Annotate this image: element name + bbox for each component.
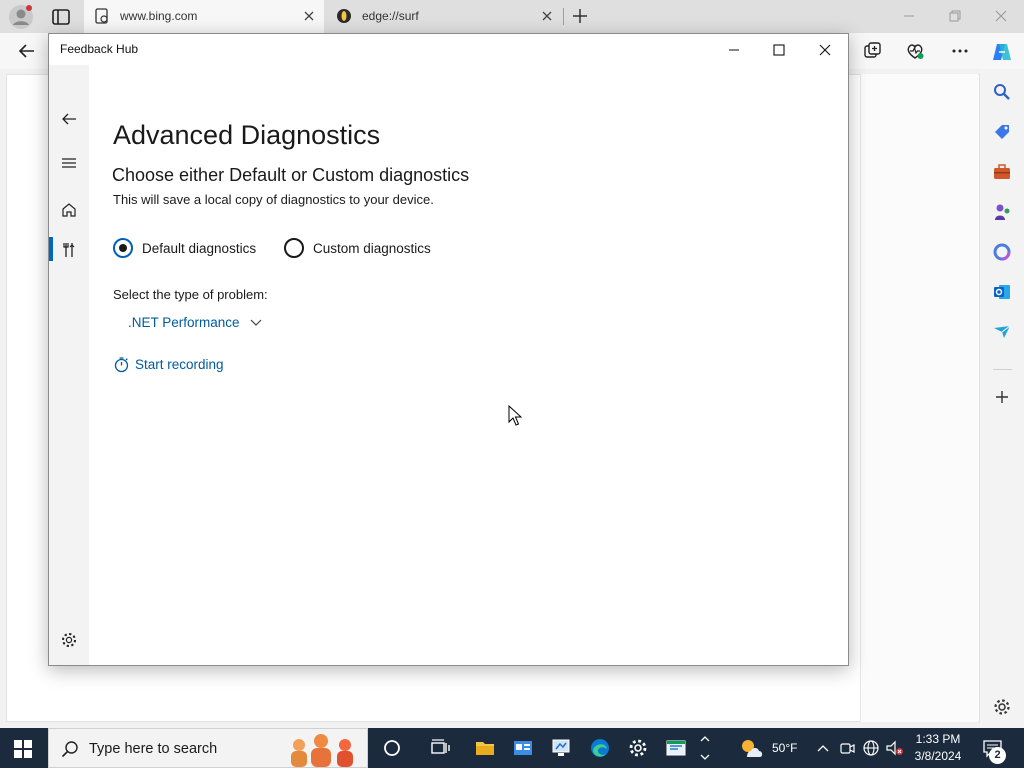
radio-selected-icon — [113, 238, 133, 258]
stopwatch-icon — [113, 356, 130, 373]
problem-type-label: Select the type of problem: — [113, 287, 268, 302]
start-recording-button[interactable]: Start recording — [113, 353, 224, 375]
dropdown-selected-value: .NET Performance — [128, 314, 240, 330]
nav-selection-indicator — [49, 237, 53, 261]
feedback-hub-window: Feedback Hub Advanced Diagnostics Choose… — [48, 33, 849, 666]
page-subtitle: Choose either Default or Custom diagnost… — [112, 165, 470, 185]
tab-title: www.bing.com — [120, 9, 198, 23]
search-placeholder: Type here to search — [89, 741, 218, 757]
tab-title: edge://surf — [362, 9, 419, 23]
maximize-icon[interactable] — [772, 43, 786, 57]
new-tab-icon[interactable] — [570, 6, 590, 26]
radio-unselected-icon — [284, 238, 304, 258]
app-nav-pane — [49, 65, 89, 665]
feedback-hub-app-icon[interactable] — [665, 737, 687, 759]
minimize-icon[interactable] — [727, 43, 741, 57]
diagnostics-tools-icon[interactable] — [60, 241, 78, 259]
more-options-icon[interactable] — [950, 41, 970, 61]
notification-count-badge: 2 — [989, 747, 1006, 764]
start-recording-label: Start recording — [135, 356, 224, 372]
shopping-tag-icon[interactable] — [992, 122, 1012, 142]
taskbar-search-box[interactable]: Type here to search — [48, 728, 368, 768]
close-icon[interactable] — [993, 8, 1009, 24]
add-icon[interactable] — [992, 387, 1012, 407]
system-app-icon[interactable] — [550, 737, 572, 759]
weather-icon[interactable] — [738, 737, 763, 759]
tab-bing[interactable]: www.bing.com — [84, 0, 324, 33]
show-hidden-icons-chevron-up-icon[interactable] — [815, 737, 837, 759]
search-icon[interactable] — [992, 82, 1012, 102]
radio-label: Default diagnostics — [142, 240, 257, 256]
sidebar-settings-gear-icon[interactable] — [992, 697, 1012, 717]
edge-browser-icon[interactable] — [589, 737, 611, 759]
minimize-icon[interactable] — [901, 8, 917, 24]
home-icon[interactable] — [60, 201, 78, 219]
meet-now-icon[interactable] — [838, 737, 860, 759]
close-tab-icon[interactable] — [302, 9, 316, 23]
sidebar-divider — [993, 369, 1012, 370]
cortana-icon[interactable] — [381, 737, 403, 759]
tab-edge-surf[interactable]: edge://surf — [326, 0, 562, 33]
window-title-bar[interactable]: Feedback Hub — [49, 34, 848, 65]
back-arrow-icon[interactable] — [17, 41, 37, 61]
mouse-cursor-icon — [508, 405, 522, 426]
chevron-down-icon — [249, 315, 263, 329]
window-title: Feedback Hub — [60, 42, 139, 56]
browser-tab-bar: www.bing.com edge://surf — [0, 0, 1024, 33]
restore-icon[interactable] — [947, 8, 963, 24]
advanced-diagnostics-page: Advanced Diagnostics Choose either Defau… — [89, 65, 848, 665]
clock-date: 3/8/2024 — [914, 749, 962, 763]
browser-essentials-icon[interactable] — [905, 41, 925, 61]
microsoft-365-icon[interactable] — [992, 242, 1012, 262]
back-arrow-icon[interactable] — [60, 110, 78, 128]
search-icon — [61, 740, 79, 758]
default-diagnostics-radio[interactable]: Default diagnostics — [113, 237, 256, 259]
hamburger-menu-icon[interactable] — [60, 154, 78, 172]
page-description: This will save a local copy of diagnosti… — [113, 192, 434, 207]
clock-time: 1:33 PM — [915, 732, 961, 746]
network-globe-icon[interactable] — [860, 737, 882, 759]
outlook-icon[interactable] — [992, 282, 1012, 302]
web-page-side-column — [860, 74, 978, 722]
surf-favicon-icon — [336, 8, 352, 24]
volume-muted-icon[interactable] — [884, 737, 906, 759]
settings-app-gear-icon[interactable] — [627, 737, 649, 759]
games-chess-icon[interactable] — [992, 202, 1012, 222]
search-highlight-illustration-icon — [287, 731, 367, 767]
close-tab-icon[interactable] — [540, 9, 554, 23]
tab-divider — [563, 8, 564, 25]
tab-actions-icon[interactable] — [50, 6, 72, 28]
drop-send-icon[interactable] — [992, 322, 1012, 342]
file-explorer-icon[interactable] — [474, 737, 496, 759]
tools-briefcase-icon[interactable] — [992, 162, 1012, 182]
task-view-icon[interactable] — [429, 737, 451, 759]
windows-start-icon[interactable] — [14, 740, 32, 758]
control-panel-icon[interactable] — [512, 737, 534, 759]
taskbar-scroll-arrows-icon[interactable] — [698, 732, 712, 764]
profile-icon[interactable] — [8, 4, 34, 30]
copilot-icon[interactable] — [991, 41, 1011, 61]
page-title: Advanced Diagnostics — [113, 120, 381, 150]
system-clock[interactable]: 1:33 PM 3/8/2024 — [910, 731, 966, 765]
radio-label: Custom diagnostics — [313, 240, 431, 256]
close-icon[interactable] — [818, 43, 832, 57]
collections-icon[interactable] — [862, 41, 882, 61]
problem-type-dropdown[interactable]: .NET Performance — [128, 311, 263, 333]
page-favicon-icon — [94, 8, 110, 24]
windows-taskbar: Type here to search 50°F 1:33 PM 3/8/202… — [0, 728, 1024, 768]
settings-gear-icon[interactable] — [60, 631, 78, 649]
custom-diagnostics-radio[interactable]: Custom diagnostics — [284, 237, 431, 259]
weather-temperature: 50°F — [772, 741, 798, 755]
edge-sidebar — [981, 69, 1024, 727]
